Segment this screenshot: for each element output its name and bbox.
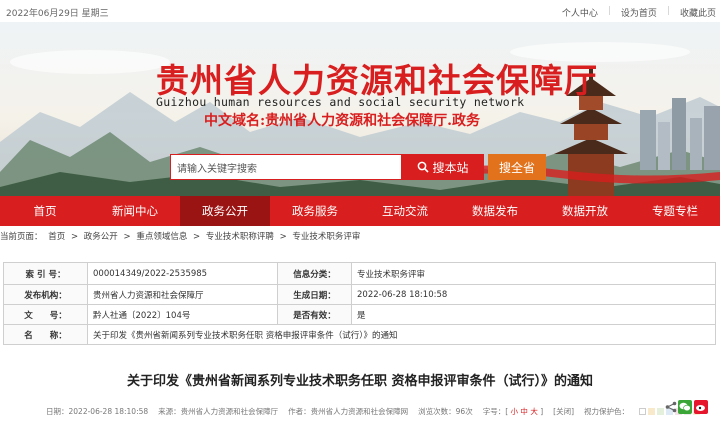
index-value: 000014349/2022-2535985 [87,262,278,285]
org-value: 贵州省人力资源和社会保障厅 [87,284,278,305]
font-size-label: 字号：[ [482,407,509,416]
table-row: 发布机构： 贵州省人力资源和社会保障厅 生成日期： 2022-06-28 18:… [3,284,716,305]
article-views: 浏览次数：96次 [418,407,473,416]
breadcrumb-key-areas[interactable]: 重点领域信息 [136,232,187,242]
breadcrumb-current[interactable]: 专业技术职务评审 [292,232,360,242]
nav-news[interactable]: 新闻中心 [90,196,180,226]
site-banner: 贵州省人力资源和社会保障厅 Guizhou human resources an… [0,22,720,196]
font-medium-button[interactable]: 中 [520,407,528,416]
font-large-button[interactable]: 大 [530,407,538,416]
wechat-share-icon[interactable] [678,400,692,414]
personal-center-link[interactable]: 个人中心 [562,6,598,19]
wechat-icon [679,402,691,412]
article-title: 关于印发《贵州省新闻系列专业技术职务任职 资格申报评审条件（试行）》的通知 [126,374,594,389]
weibo-share-icon[interactable] [694,400,708,414]
table-row: 文 号： 黔人社通〔2022〕104号 是否有效： 是 [3,304,716,325]
article-author: 作者：贵州省人力资源和社会保障网 [288,407,409,416]
document-meta-table: 索 引 号： 000014349/2022-2535985 信息分类： 专业技术… [3,262,716,345]
date-value: 2022-06-28 18:10:58 [351,284,716,305]
current-date: 2022年06月29日 星期三 [6,9,109,19]
main-nav: 首页 新闻中心 政务公开 政务服务 互动交流 数据发布 数据开放 专题专栏 [0,196,720,226]
breadcrumb-title-eval[interactable]: 专业技术职称评聘 [206,232,274,242]
weibo-icon [696,405,705,411]
breadcrumb: 当前页面： 首页 > 政务公开 > 重点领域信息 > 专业技术职称评聘 > 专业… [0,230,720,246]
org-label: 发布机构： [3,284,88,305]
breadcrumb-sep: > [279,232,287,242]
doc-number-value: 黔人社通〔2022〕104号 [87,304,278,325]
divider: | [666,6,670,16]
search-province-button[interactable]: 搜全省 [488,154,546,180]
nav-gov-affairs[interactable]: 政务公开 [180,196,270,226]
bookmark-link[interactable]: 收藏此页 [680,6,716,19]
breadcrumb-sep: > [70,232,79,242]
article-date: 日期：2022-06-28 18:10:58 [46,407,149,416]
font-size-control: 字号：[ 小 中 大 ] [483,406,543,417]
eye-protection-label: 视力保护色： [584,407,629,416]
breadcrumb-home[interactable]: 首页 [48,232,65,242]
nav-services[interactable]: 政务服务 [270,196,360,226]
nav-special-topics[interactable]: 专题专栏 [630,196,720,226]
font-size-close-bracket: ] [540,407,544,416]
search-input[interactable]: 请输入关键字搜索 [170,154,402,180]
doc-number-label: 文 号： [3,304,88,325]
article-info-bar: 日期：2022-06-28 18:10:58 来源：贵州省人力资源和社会保障厅 … [46,406,700,417]
divider: | [607,6,611,16]
nav-open-data[interactable]: 数据开放 [540,196,630,226]
breadcrumb-sep: > [123,232,131,242]
category-label: 信息分类： [277,262,352,285]
chinese-domain-text: 中文域名:贵州省人力资源和社会保障厅.政务 [204,113,481,129]
eye-color-swatch[interactable] [639,408,646,415]
nav-interaction[interactable]: 互动交流 [360,196,450,226]
nav-data-release[interactable]: 数据发布 [450,196,540,226]
eye-color-swatch[interactable] [648,408,655,415]
category-value: 专业技术职务评审 [351,262,716,285]
index-label: 索 引 号： [3,262,88,285]
close-page-button[interactable]: [关闭] [553,406,574,417]
table-row: 索 引 号： 000014349/2022-2535985 信息分类： 专业技术… [3,262,716,285]
eye-color-swatch[interactable] [657,408,664,415]
search-site-button[interactable]: 搜本站 [402,154,484,180]
font-small-button[interactable]: 小 [511,407,519,416]
table-row: 名 称： 关于印发《贵州省新闻系列专业技术职务任职 资格申报评审条件（试行）》的… [3,324,716,345]
name-value: 关于印发《贵州省新闻系列专业技术职务任职 资格申报评审条件（试行）》的通知 [87,324,716,345]
share-icon[interactable] [664,400,678,414]
top-links: 个人中心 | 设为首页 | 收藏此页 [562,6,716,19]
date-label: 生成日期： [277,284,352,305]
nav-home[interactable]: 首页 [0,196,90,226]
breadcrumb-gov-affairs[interactable]: 政务公开 [84,232,118,242]
search-icon [418,161,430,173]
valid-label: 是否有效： [277,304,352,325]
breadcrumb-sep: > [193,232,201,242]
top-bar: 2022年06月29日 星期三 个人中心 | 设为首页 | 收藏此页 [0,0,720,22]
set-homepage-link[interactable]: 设为首页 [621,6,657,19]
name-label: 名 称： [3,324,88,345]
breadcrumb-prefix: 当前页面： [0,232,43,242]
article-source: 来源：贵州省人力资源和社会保障厅 [158,407,279,416]
site-subtitle: Guizhou human resources and social secur… [156,95,525,109]
valid-value: 是 [351,304,716,325]
search-site-label: 搜本站 [432,160,469,175]
share-nodes-icon [665,401,677,413]
